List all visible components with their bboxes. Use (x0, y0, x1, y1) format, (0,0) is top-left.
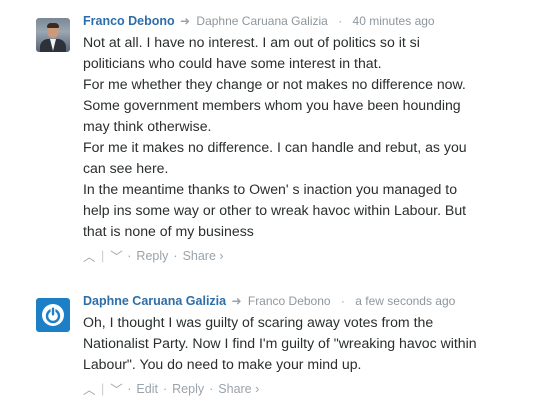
comment-line: that is none of my business (83, 223, 254, 239)
separator-dot: · (162, 381, 168, 396)
timestamp[interactable]: a few seconds ago (355, 294, 455, 308)
comment-line: Some government members whom you have be… (83, 97, 461, 113)
reply-button[interactable]: Reply (172, 382, 204, 396)
comment-line: help ins some way or other to wreak havo… (83, 202, 467, 218)
separator-dot: · (209, 381, 214, 396)
comment-body: Franco Debono ➜ Daphne Caruana Galizia ·… (83, 12, 533, 265)
in-reply-to-link[interactable]: Daphne Caruana Galizia (196, 14, 327, 28)
timestamp[interactable]: 40 minutes ago (353, 14, 435, 28)
power-logo-icon (42, 304, 64, 326)
reply-button[interactable]: Reply (136, 249, 168, 263)
comment-line: may think otherwise. (83, 118, 212, 134)
comment-line: can see here. (83, 160, 169, 176)
comment-line: In the meantime thanks to Owen' s inacti… (83, 181, 458, 197)
avatar[interactable] (36, 18, 70, 52)
reply-arrow-icon: ➜ (180, 14, 191, 28)
comment-actions: ︿ | ﹀ · Edit · Reply · Share › (83, 379, 533, 398)
edit-button[interactable]: Edit (136, 382, 158, 396)
comment-header: Franco Debono ➜ Daphne Caruana Galizia ·… (83, 12, 533, 30)
comment-line: Nationalist Party. Now I find I'm guilty… (83, 335, 477, 351)
share-button[interactable]: Share › (183, 249, 224, 263)
comment-line: Labour". You do need to make your mind u… (83, 356, 362, 372)
reply-arrow-icon: ➜ (231, 294, 242, 308)
downvote-icon[interactable]: ﹀ (110, 379, 123, 398)
downvote-icon[interactable]: ﹀ (110, 246, 123, 265)
comment-line: For me it makes no difference. I can han… (83, 139, 467, 155)
comment-line: politicians who could have some interest… (83, 55, 382, 71)
comment-actions: ︿ | ﹀ · Reply · Share › (83, 246, 533, 265)
separator-dot: · (340, 294, 345, 308)
author-name[interactable]: Daphne Caruana Galizia (83, 294, 226, 308)
in-reply-to-link[interactable]: Franco Debono (248, 294, 331, 308)
separator-dot: · (173, 248, 178, 263)
vote-divider: | (101, 381, 105, 396)
comment-body: Daphne Caruana Galizia ➜ Franco Debono ·… (83, 292, 533, 398)
comment-header: Daphne Caruana Galizia ➜ Franco Debono ·… (83, 292, 533, 310)
comment-line: For me whether they change or not makes … (83, 76, 466, 92)
avatar[interactable] (36, 298, 70, 332)
comment-line: Oh, I thought I was guilty of scaring aw… (83, 314, 434, 330)
separator-dot: · (127, 381, 132, 396)
author-name[interactable]: Franco Debono (83, 14, 175, 28)
comment-line: Not at all. I have no interest. I am out… (83, 34, 420, 50)
upvote-icon[interactable]: ︿ (83, 246, 96, 265)
share-button[interactable]: Share › (218, 382, 259, 396)
separator-dot: · (338, 14, 343, 28)
upvote-icon[interactable]: ︿ (83, 379, 96, 398)
comment-text: Not at all. I have no interest. I am out… (83, 32, 533, 242)
vote-divider: | (101, 248, 105, 263)
comment-text: Oh, I thought I was guilty of scaring aw… (83, 312, 533, 375)
separator-dot: · (127, 248, 132, 263)
